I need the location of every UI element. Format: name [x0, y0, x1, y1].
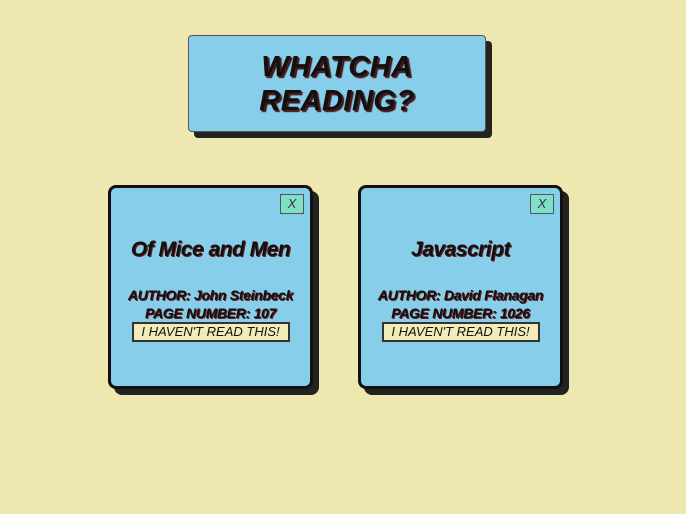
book-title: Javascript [411, 238, 510, 261]
book-card: X Of Mice and Men AUTHOR: John Steinbeck… [108, 185, 313, 389]
read-status-toggle-button[interactable]: I HAVEN'T READ THIS! [131, 322, 290, 342]
remove-book-button[interactable]: X [530, 194, 554, 214]
book-author: AUTHOR: John Steinbeck [127, 287, 294, 303]
page: WHATCHA READING? X Of Mice and Men AUTHO… [0, 0, 686, 514]
book-title: Of Mice and Men [130, 238, 291, 261]
page-title: WHATCHA READING? [259, 50, 415, 117]
read-status-toggle-button[interactable]: I HAVEN'T READ THIS! [381, 322, 540, 342]
book-author: AUTHOR: David Flanagan [377, 287, 544, 303]
book-card: X Javascript AUTHOR: David Flanagan PAGE… [358, 185, 563, 389]
book-page-count: PAGE NUMBER: 107 [144, 305, 277, 321]
app-header: WHATCHA READING? [188, 35, 486, 132]
remove-book-button[interactable]: X [280, 194, 304, 214]
book-page-count: PAGE NUMBER: 1026 [391, 305, 530, 321]
